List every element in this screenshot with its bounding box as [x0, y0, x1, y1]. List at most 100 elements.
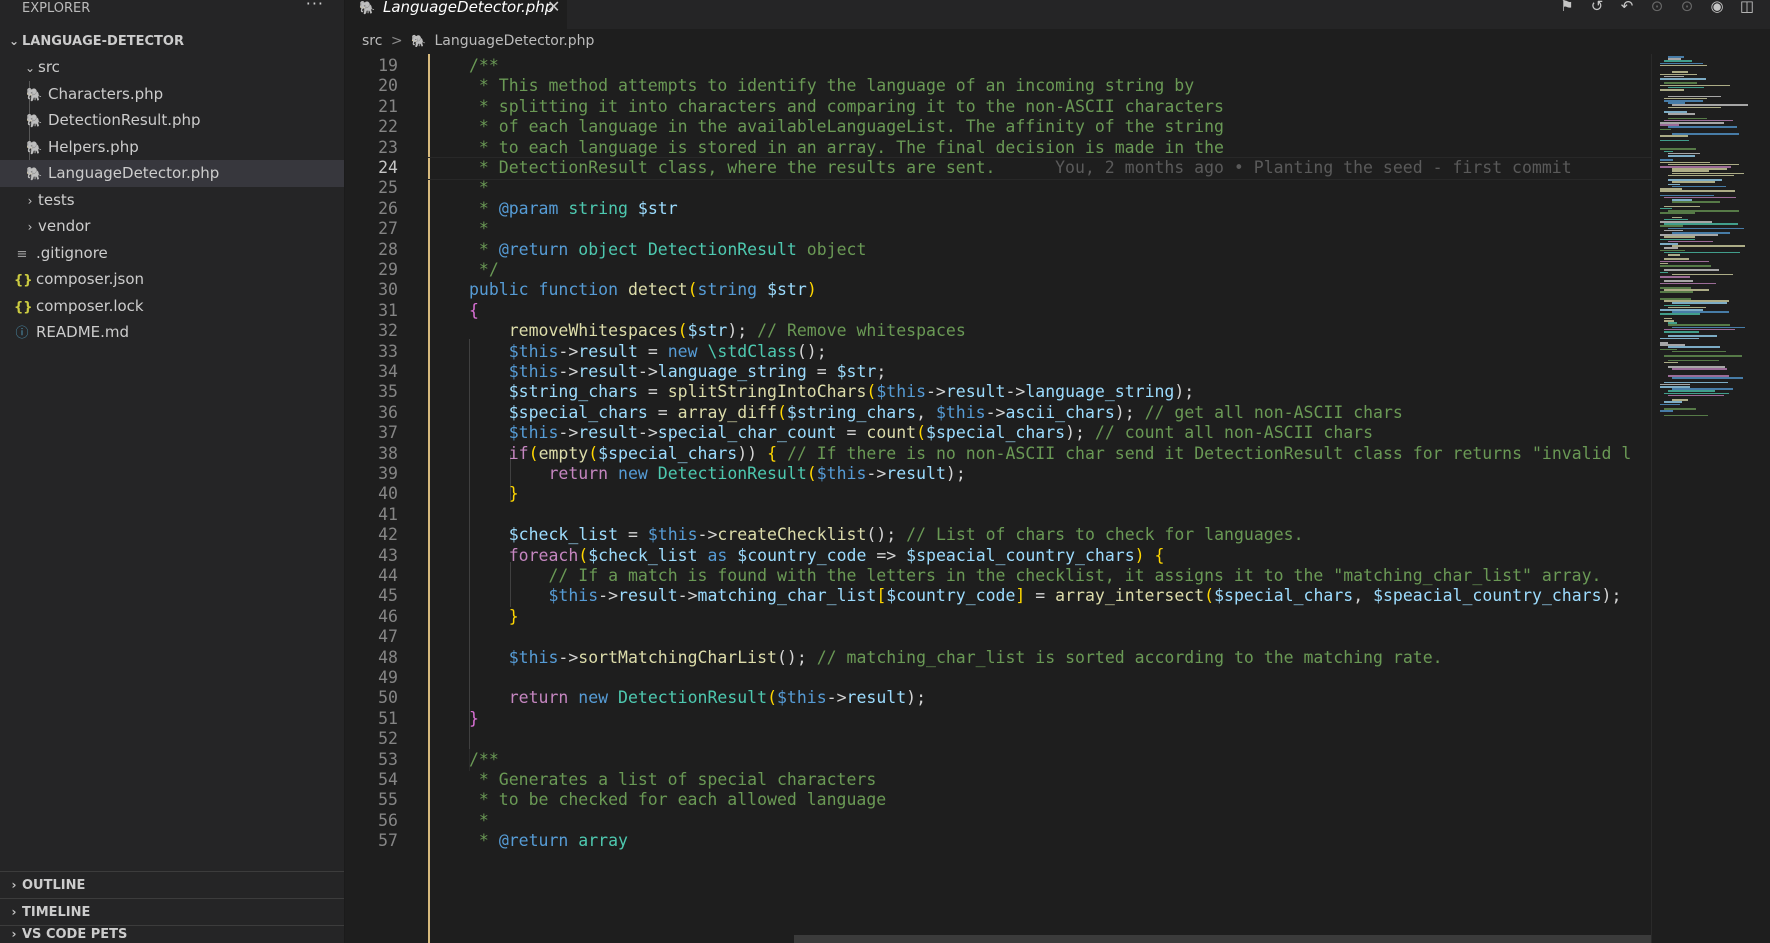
line-number: 49: [378, 668, 398, 687]
info-icon: ⓘ: [15, 326, 29, 341]
file-helpers-php[interactable]: 🐘 Helpers.php: [0, 134, 344, 161]
file-languagedetector-php[interactable]: 🐘 LanguageDetector.php: [0, 160, 344, 187]
minimap[interactable]: [1651, 54, 1770, 943]
line-number: 24: [378, 158, 398, 177]
code-line[interactable]: 37 $this->result->special_char_count = c…: [345, 422, 1651, 445]
code-line[interactable]: 51}: [345, 708, 1651, 731]
line-number: 52: [378, 729, 398, 749]
explorer-header: EXPLORER ···: [0, 0, 344, 17]
code-line[interactable]: 25 *: [345, 177, 1651, 200]
code-editor[interactable]: 19/** 20 * This method attempts to identi…: [345, 54, 1651, 943]
file-readme-md[interactable]: ⓘ README.md: [0, 319, 344, 346]
code-line[interactable]: 27 *: [345, 218, 1651, 241]
code-text: $this->result->language_string = $str;: [508, 362, 887, 381]
code-line[interactable]: 34 $this->result->language_string = $str…: [345, 361, 1651, 384]
explorer-sidebar: EXPLORER ··· ⌄ LANGUAGE-DETECTOR ⌄ src 🐘 Ch…: [0, 0, 345, 943]
code-line[interactable]: 23 * to each language is stored in an ar…: [345, 137, 1651, 160]
run-debug-icon[interactable]: ⚑: [1556, 0, 1578, 17]
project-root-folder[interactable]: ⌄ LANGUAGE-DETECTOR: [0, 28, 344, 54]
code-line[interactable]: 57 * @return array: [345, 830, 1651, 853]
code-line[interactable]: 42 $check_list = $this->createChecklist(…: [345, 524, 1651, 547]
code-text: *: [469, 810, 489, 830]
minimap-line: [1668, 254, 1680, 256]
tab-languagedetector-php[interactable]: 🐘 LanguageDetector.php ✕: [345, 0, 567, 29]
code-line[interactable]: 52: [345, 728, 1651, 751]
ellipsis-icon[interactable]: ···: [306, 0, 324, 12]
file-label: Helpers.php: [48, 137, 139, 156]
line-number: 50: [378, 688, 398, 708]
breadcrumb-folder[interactable]: src: [362, 33, 382, 49]
code-line[interactable]: 48 $this->sortMatchingCharList(); // mat…: [345, 647, 1651, 670]
code-line[interactable]: 55 * to be checked for each allowed lang…: [345, 789, 1651, 812]
breadcrumb-file[interactable]: LanguageDetector.php: [435, 33, 595, 49]
minimap-line: [1664, 414, 1708, 417]
code-line[interactable]: 38 if(empty($special_chars)) { // If the…: [345, 443, 1651, 466]
line-number: 30: [378, 280, 398, 300]
code-line[interactable]: 28 * @return object DetectionResult obje…: [345, 239, 1651, 262]
git-lens-icon[interactable]: ◉: [1706, 0, 1728, 17]
code-line[interactable]: 36 $special_chars = array_diff($string_c…: [345, 402, 1651, 425]
code-line[interactable]: 20 * This method attempts to identify th…: [345, 75, 1651, 98]
code-line[interactable]: 49: [345, 667, 1651, 690]
editor-tab-bar: 🐘 LanguageDetector.php ✕ ⚑ ↺ ↶ ⊙ ⊙ ◉ ◫: [345, 0, 1770, 29]
folder-vendor[interactable]: › vendor: [0, 213, 344, 240]
panel-vs-code-pets[interactable]: › VS CODE PETS: [0, 925, 344, 943]
code-line[interactable]: 45 $this->result->matching_char_list[$co…: [345, 585, 1651, 608]
history-icon[interactable]: ↺: [1586, 0, 1608, 17]
code-line[interactable]: 31 {: [345, 300, 1651, 323]
git-next-icon[interactable]: ⊙: [1676, 0, 1698, 17]
code-line[interactable]: 19 /**: [345, 55, 1651, 78]
panel-outline[interactable]: › OUTLINE: [0, 871, 344, 897]
minimap-line: [1668, 126, 1737, 128]
horizontal-scrollbar[interactable]: [794, 935, 1651, 943]
minimap-line: [1668, 394, 1725, 397]
code-text: $special_chars = array_diff($string_char…: [508, 402, 1403, 422]
code-line[interactable]: 54 * Generates a list of special charact…: [345, 769, 1651, 792]
code-line[interactable]: 41: [345, 504, 1651, 527]
git-back-icon[interactable]: ↶: [1616, 0, 1638, 17]
line-number: 35: [378, 382, 398, 402]
panel-timeline[interactable]: › TIMELINE: [0, 898, 344, 924]
chevron-down-icon: ⌄: [8, 34, 20, 48]
code-line[interactable]: 32 removeWhitespaces($str); // Remove wh…: [345, 320, 1651, 343]
code-line[interactable]: 26 * @param string $str: [345, 198, 1651, 221]
code-line[interactable]: 22 * of each language in the availableLa…: [345, 116, 1651, 139]
file-characters-php[interactable]: 🐘 Characters.php: [0, 81, 344, 108]
file-label: DetectionResult.php: [48, 111, 201, 129]
code-line[interactable]: 33 $this->result = new \stdClass();: [345, 341, 1651, 364]
line-number: 26: [378, 198, 398, 218]
code-text: foreach($check_list as $country_code => …: [508, 545, 1165, 565]
code-line[interactable]: 43 foreach($check_list as $country_code …: [345, 545, 1651, 568]
code-line[interactable]: 47: [345, 626, 1651, 649]
code-line[interactable]: 53 /**: [345, 749, 1651, 772]
minimap-line: [1660, 410, 1673, 412]
code-line[interactable]: 56 *: [345, 810, 1651, 833]
close-icon[interactable]: ✕: [547, 0, 560, 15]
line-number: 43: [378, 545, 398, 565]
folder-src[interactable]: ⌄ src: [0, 54, 344, 81]
code-line[interactable]: 44 // If a match is found with the lette…: [345, 565, 1651, 588]
code-line[interactable]: 35 $string_chars = splitStringIntoChars(…: [345, 381, 1651, 404]
split-editor-icon[interactable]: ◫: [1736, 0, 1758, 17]
code-line[interactable]: 40 }: [345, 483, 1651, 506]
folder-tests[interactable]: › tests: [0, 187, 344, 214]
code-line[interactable]: 30 public function detect(string $str): [345, 279, 1651, 302]
file-gitignore[interactable]: ≡ .gitignore: [0, 240, 344, 267]
file-detectionresult-php[interactable]: 🐘 DetectionResult.php: [0, 107, 344, 134]
line-number: 48: [378, 647, 398, 667]
code-line[interactable]: 50 return new DetectionResult($this->res…: [345, 687, 1651, 710]
code-line[interactable]: 24 * DetectionResult class, where the re…: [345, 157, 1651, 180]
code-line[interactable]: 46 }: [345, 606, 1651, 629]
file-composer-json[interactable]: {} composer.json: [0, 266, 344, 293]
line-number: 47: [378, 627, 398, 647]
line-number: 38: [378, 443, 398, 463]
code-line[interactable]: 29 */: [345, 259, 1651, 282]
minimap-line: [1672, 201, 1720, 203]
code-line[interactable]: 21 * splitting it into characters and co…: [345, 96, 1651, 119]
line-number: 25: [378, 178, 398, 198]
line-number: 32: [378, 321, 398, 341]
line-number: 20: [378, 76, 398, 96]
code-line[interactable]: 39 return new DetectionResult($this->res…: [345, 463, 1651, 486]
file-composer-lock[interactable]: {} composer.lock: [0, 293, 344, 320]
git-commit-icon[interactable]: ⊙: [1646, 0, 1668, 17]
